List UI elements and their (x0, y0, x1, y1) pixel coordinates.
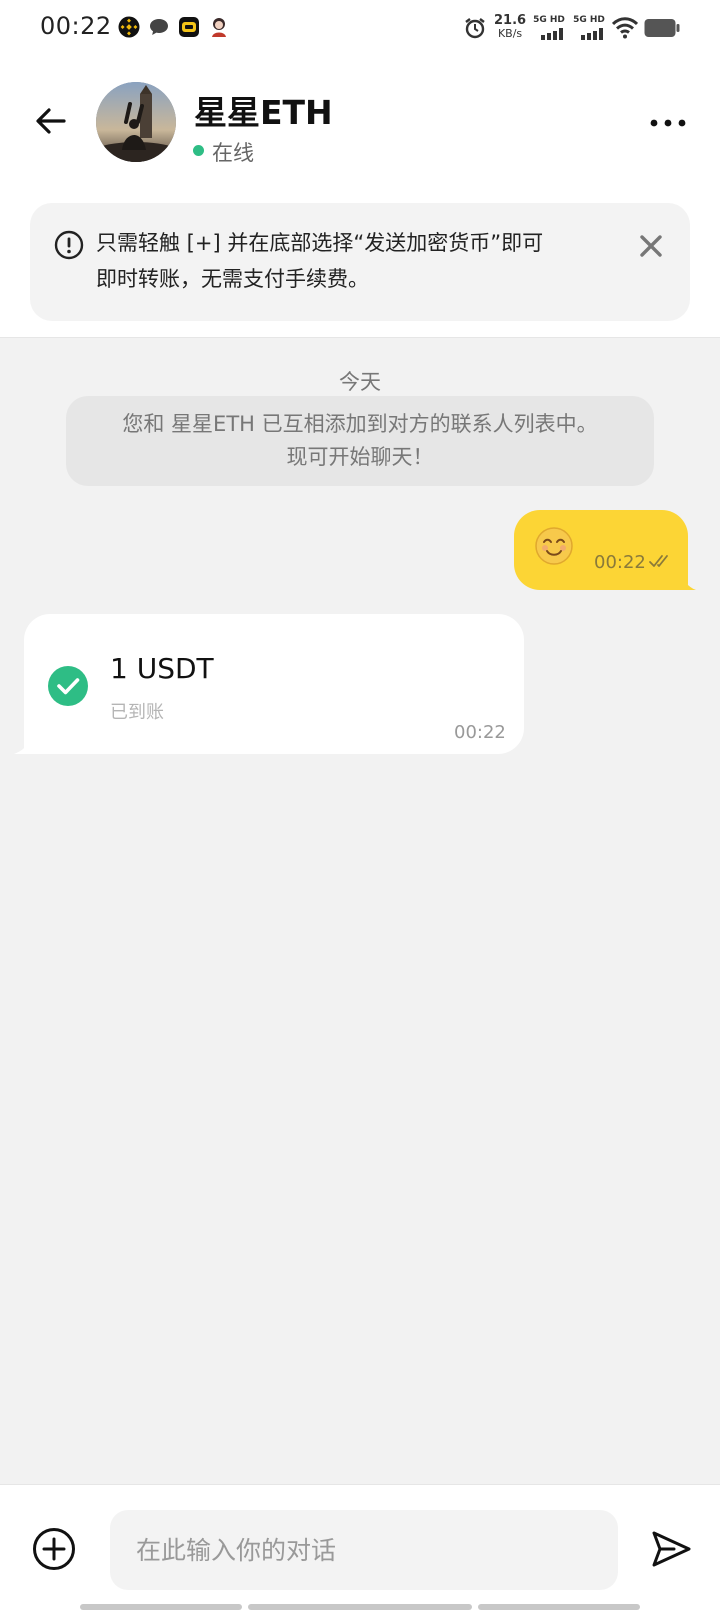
outgoing-message[interactable]: 00:22 (514, 510, 688, 590)
tip-line-1: 只需轻触 [+] 并在底部选择“发送加密货币”即可 (96, 231, 544, 255)
transfer-status: 已到账 (110, 702, 164, 723)
tip-text: 只需轻触 [+] 并在底部选择“发送加密货币”即可 即时转账，无需支付手续费。 (96, 225, 616, 297)
gesture-bar-center (248, 1604, 472, 1610)
battery-icon (644, 19, 680, 37)
signal-icon: 5G HD (532, 15, 566, 41)
gesture-bar-right (478, 1604, 640, 1610)
back-arrow-icon[interactable] (34, 104, 68, 138)
online-status-label: 在线 (212, 141, 254, 165)
alarm-icon (465, 18, 485, 39)
status-time: 00:22 (40, 12, 112, 40)
network-speed-unit: KB/s (497, 27, 523, 40)
close-icon[interactable] (638, 233, 664, 259)
gesture-bar-left (80, 1604, 242, 1610)
read-receipt-double-check-icon (649, 555, 668, 567)
date-separator: 今天 (339, 370, 381, 394)
binance-icon (118, 16, 140, 38)
network-speed: 21.6 KB/s (494, 14, 526, 40)
tip-line-2: 即时转账，无需支付手续费。 (96, 267, 369, 291)
send-icon[interactable] (650, 1529, 692, 1569)
signal-icon: 5G HD (572, 15, 606, 41)
signal-bars-icon (581, 28, 603, 40)
contact-name: 星星ETH (194, 93, 333, 132)
transfer-amount: 1 USDT (110, 652, 214, 685)
more-options-icon[interactable] (648, 112, 688, 134)
message-composer (0, 1484, 720, 1612)
transfer-tip-banner: 只需轻触 [+] 并在底部选择“发送加密货币”即可 即时转账，无需支付手续费。 (30, 203, 690, 321)
car-app-icon (179, 17, 199, 37)
info-exclamation-icon (54, 230, 84, 260)
sim2-label: 5G HD (573, 15, 605, 25)
avatar-photo (96, 82, 176, 162)
system-message: 您和 星星ETH 已互相添加到对方的联系人列表中。 现可开始聊天！ (66, 396, 654, 486)
wifi-icon (612, 17, 638, 39)
incoming-message-time: 00:22 (454, 722, 506, 743)
header-area: 00:22 21.6 KB/s 5G HD 5G HD 星星ETH 在线 只需轻… (0, 0, 720, 338)
signal-bars-icon (541, 28, 563, 40)
message-icon (150, 19, 168, 35)
system-message-line-2: 现可开始聊天！ (286, 445, 434, 469)
check-circle-icon (48, 666, 88, 706)
system-message-line-1: 您和 星星ETH 已互相添加到对方的联系人列表中。 (122, 412, 598, 436)
message-input[interactable] (110, 1510, 618, 1590)
outgoing-message-time: 00:22 (594, 552, 646, 573)
status-bar: 00:22 21.6 KB/s 5G HD 5G HD (0, 0, 720, 56)
contact-avatar[interactable] (96, 82, 176, 162)
sim1-label: 5G HD (533, 15, 565, 25)
network-speed-value: 21.6 (494, 13, 527, 28)
add-plus-circle-icon[interactable] (32, 1527, 76, 1571)
smiling-face-emoji-icon (535, 527, 573, 565)
online-status-dot (193, 145, 204, 156)
incoming-transfer-message[interactable]: 1 USDT 已到账 00:22 (24, 614, 524, 754)
avatar-notification-icon (212, 18, 226, 37)
